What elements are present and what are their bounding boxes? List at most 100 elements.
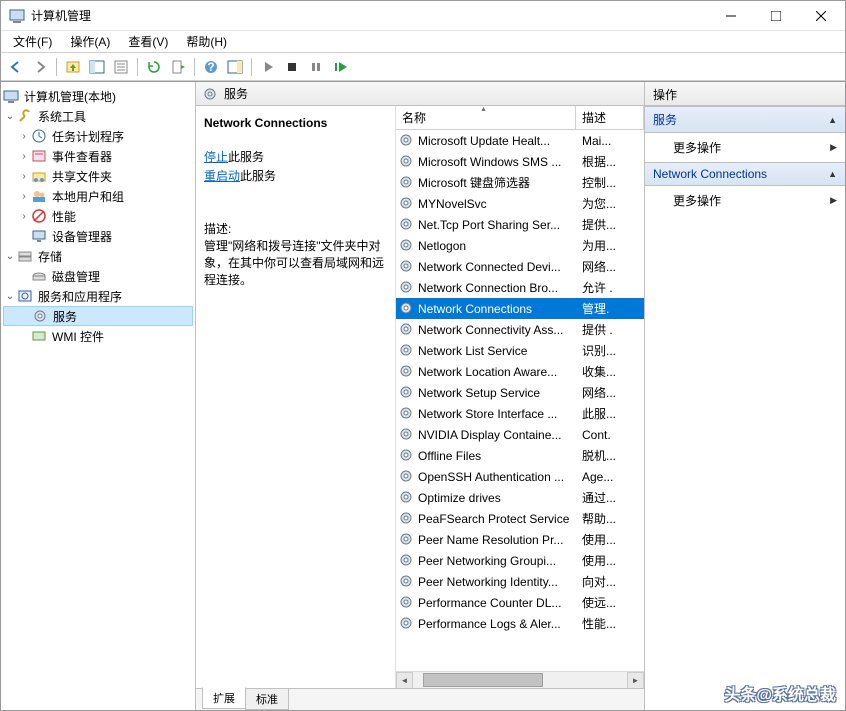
action-more-services[interactable]: 更多操作 ▶: [645, 133, 845, 162]
service-desc: 收集...: [578, 363, 644, 380]
service-row[interactable]: Network Connection Bro...允许 .: [396, 277, 644, 298]
properties-button[interactable]: [110, 56, 132, 78]
service-row[interactable]: Netlogon为用...: [396, 235, 644, 256]
tree-task-scheduler[interactable]: › 任务计划程序: [3, 126, 193, 146]
tree-wmi[interactable]: WMI 控件: [3, 326, 193, 346]
scroll-thumb[interactable]: [423, 673, 543, 687]
performance-icon: [31, 208, 47, 224]
service-row[interactable]: Microsoft 键盘筛选器控制...: [396, 172, 644, 193]
restart-service-button[interactable]: [329, 56, 351, 78]
service-row[interactable]: Performance Logs & Aler...性能...: [396, 613, 644, 634]
service-row[interactable]: Microsoft Windows SMS ...根据...: [396, 151, 644, 172]
collapse-icon[interactable]: ⌄: [3, 291, 17, 302]
action-more-selected[interactable]: 更多操作 ▶: [645, 186, 845, 215]
list-body[interactable]: Microsoft Update Healt...Mai...Microsoft…: [396, 130, 644, 671]
close-button[interactable]: [798, 1, 843, 30]
tree-system-tools[interactable]: ⌄ 系统工具: [3, 106, 193, 126]
scroll-track[interactable]: [413, 672, 627, 689]
gear-icon: [399, 511, 415, 527]
pause-service-button[interactable]: [305, 56, 327, 78]
tree-local-users[interactable]: › 本地用户和组: [3, 186, 193, 206]
service-row[interactable]: Network Location Aware...收集...: [396, 361, 644, 382]
service-row[interactable]: Peer Networking Identity...向对...: [396, 571, 644, 592]
service-name: Performance Logs & Aler...: [418, 617, 578, 631]
tree-storage[interactable]: ⌄ 存储: [3, 246, 193, 266]
horizontal-scrollbar[interactable]: ◄ ►: [396, 671, 644, 688]
event-viewer-icon: [31, 148, 47, 164]
tree-performance[interactable]: › 性能: [3, 206, 193, 226]
service-row[interactable]: Optimize drives通过...: [396, 487, 644, 508]
service-row[interactable]: MYNovelSvc为您...: [396, 193, 644, 214]
service-row[interactable]: Network Store Interface ...此服...: [396, 403, 644, 424]
tree-label: 事件查看器: [50, 148, 112, 165]
tree-shared-folders[interactable]: › 共享文件夹: [3, 166, 193, 186]
service-row[interactable]: NVIDIA Display Containe...Cont.: [396, 424, 644, 445]
tree-services[interactable]: 服务: [3, 306, 193, 326]
service-row[interactable]: Peer Networking Groupi...使用...: [396, 550, 644, 571]
expand-icon[interactable]: ›: [17, 211, 31, 222]
gear-icon: [399, 427, 415, 443]
detail-column: Network Connections 停止此服务 重启动此服务 描述: 管理"…: [196, 106, 396, 688]
tree-disk-mgmt[interactable]: 磁盘管理: [3, 266, 193, 286]
tree-services-apps[interactable]: ⌄ 服务和应用程序: [3, 286, 193, 306]
column-desc[interactable]: 描述: [576, 106, 644, 129]
expand-icon[interactable]: ›: [17, 131, 31, 142]
show-hide-action-button[interactable]: [224, 56, 246, 78]
help-button[interactable]: ?: [200, 56, 222, 78]
service-row[interactable]: Network Connected Devi...网络...: [396, 256, 644, 277]
service-row[interactable]: Network Setup Service网络...: [396, 382, 644, 403]
expand-icon[interactable]: ›: [17, 151, 31, 162]
service-desc: 性能...: [578, 615, 644, 632]
service-row[interactable]: Net.Tcp Port Sharing Ser...提供...: [396, 214, 644, 235]
expand-icon[interactable]: ›: [17, 171, 31, 182]
service-row[interactable]: OpenSSH Authentication ...Age...: [396, 466, 644, 487]
menu-help[interactable]: 帮助(H): [178, 31, 235, 52]
menu-action[interactable]: 操作(A): [62, 31, 118, 52]
service-row[interactable]: Network Connectivity Ass...提供 .: [396, 319, 644, 340]
service-row[interactable]: Offline Files脱机...: [396, 445, 644, 466]
expand-icon[interactable]: ›: [17, 191, 31, 202]
gear-icon: [202, 86, 218, 102]
export-button[interactable]: [167, 56, 189, 78]
minimize-button[interactable]: [708, 1, 753, 30]
tree-root[interactable]: 计算机管理(本地): [3, 86, 193, 106]
forward-button[interactable]: [29, 56, 51, 78]
service-row[interactable]: PeaFSearch Protect Service帮助...: [396, 508, 644, 529]
stop-link[interactable]: 停止: [204, 150, 228, 164]
scroll-right-button[interactable]: ►: [627, 672, 644, 689]
service-row[interactable]: Network Connections管理.: [396, 298, 644, 319]
tab-extended[interactable]: 扩展: [202, 687, 246, 709]
tree-event-viewer[interactable]: › 事件查看器: [3, 146, 193, 166]
gear-icon: [399, 595, 415, 611]
maximize-button[interactable]: [753, 1, 798, 30]
tree-device-manager[interactable]: 设备管理器: [3, 226, 193, 246]
service-row[interactable]: Performance Counter DL...使远...: [396, 592, 644, 613]
service-row[interactable]: Network List Service识别...: [396, 340, 644, 361]
menubar: 文件(F) 操作(A) 查看(V) 帮助(H): [1, 31, 845, 53]
actions-section-selected[interactable]: Network Connections ▲: [645, 162, 845, 186]
restart-link[interactable]: 重启动: [204, 169, 240, 183]
tab-standard[interactable]: 标准: [245, 689, 289, 710]
column-name[interactable]: 名称: [396, 106, 576, 129]
scroll-left-button[interactable]: ◄: [396, 672, 413, 689]
start-service-button[interactable]: [257, 56, 279, 78]
back-button[interactable]: [5, 56, 27, 78]
menu-view[interactable]: 查看(V): [120, 31, 176, 52]
tree-label: 系统工具: [36, 108, 86, 125]
service-desc: Age...: [578, 470, 644, 484]
refresh-button[interactable]: [143, 56, 165, 78]
service-row[interactable]: Peer Name Resolution Pr...使用...: [396, 529, 644, 550]
description-label: 描述:: [204, 220, 387, 237]
show-hide-tree-button[interactable]: [86, 56, 108, 78]
service-desc: 提供 .: [578, 321, 644, 338]
actions-section-services[interactable]: 服务 ▲: [645, 106, 845, 133]
collapse-icon[interactable]: ⌄: [3, 251, 17, 262]
service-name: Peer Networking Groupi...: [418, 554, 578, 568]
service-row[interactable]: Microsoft Update Healt...Mai...: [396, 130, 644, 151]
up-button[interactable]: [62, 56, 84, 78]
stop-service-button[interactable]: [281, 56, 303, 78]
gear-icon: [399, 154, 415, 170]
svg-text:?: ?: [207, 60, 214, 74]
collapse-icon[interactable]: ⌄: [3, 111, 17, 122]
menu-file[interactable]: 文件(F): [5, 31, 60, 52]
